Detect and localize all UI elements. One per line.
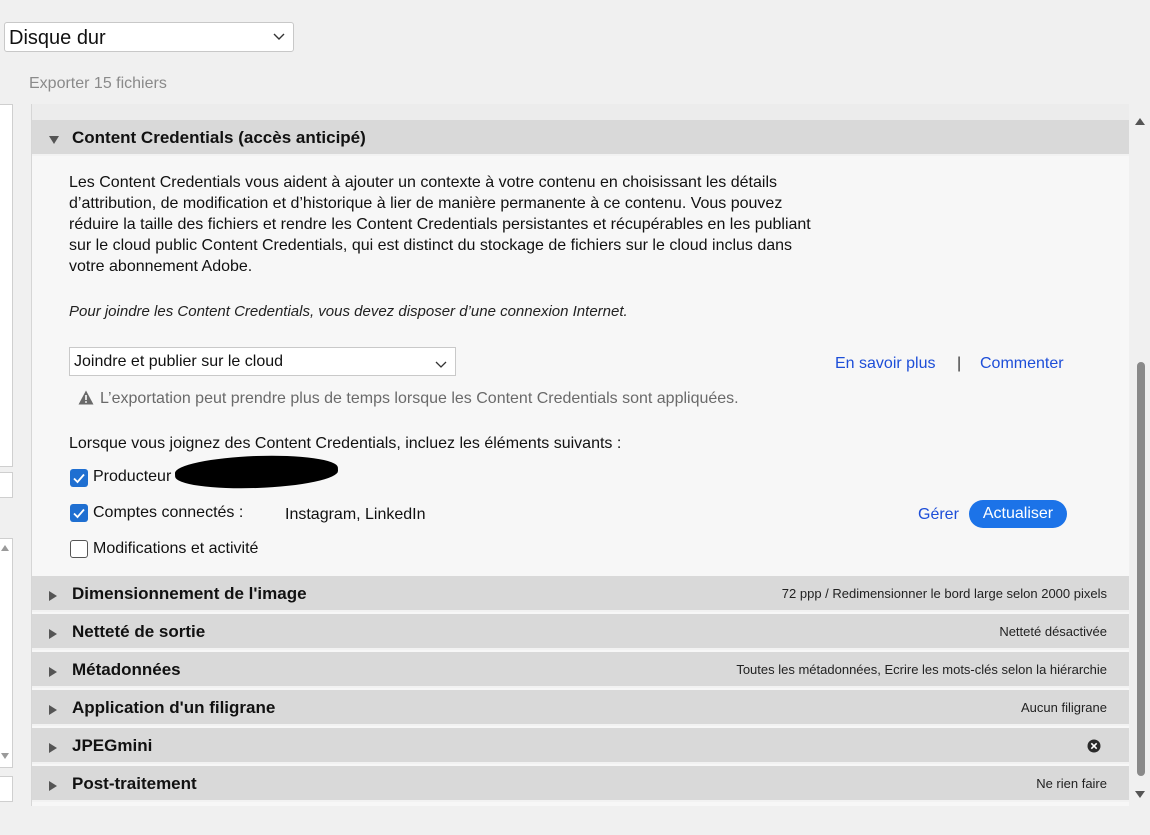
section-header-post-processing[interactable]: Post-traitement Ne rien faire [32, 766, 1129, 802]
section-summary: Aucun filigrane [1021, 700, 1107, 715]
triangle-right-icon [49, 740, 58, 758]
section-title: Métadonnées [72, 660, 181, 679]
export-settings-panel: Content Credentials (accès anticipé) Les… [31, 104, 1129, 806]
section-header-output-sharpening[interactable]: Netteté de sortie Netteté désactivée [32, 614, 1129, 650]
triangle-right-icon [49, 702, 58, 720]
scroll-up-arrow-icon[interactable] [1135, 112, 1145, 130]
content-credentials-description: Les Content Credentials vous aident à aj… [69, 172, 869, 277]
description-line: d’attribution, de modification et d’hist… [69, 195, 783, 212]
description-line: réduire la taille des fichiers et rendre… [69, 216, 811, 233]
triangle-right-icon [49, 588, 58, 606]
edits-activity-label: Modifications et activité [93, 540, 259, 557]
section-title: Content Credentials (accès anticipé) [72, 128, 366, 147]
connected-accounts-value: Instagram, LinkedIn [285, 506, 426, 523]
warning-text: L’exportation peut prendre plus de temps… [100, 390, 739, 407]
manage-link[interactable]: Gérer [918, 506, 959, 524]
connected-accounts-label: Comptes connectés : [93, 504, 244, 521]
learn-more-link[interactable]: En savoir plus [835, 355, 936, 373]
export-destination-value: Disque dur [9, 27, 106, 49]
chevron-down-icon [435, 356, 447, 374]
section-title: Post-traitement [72, 774, 197, 793]
internet-note: Pour joindre les Content Credentials, vo… [69, 303, 628, 320]
section-title: Dimensionnement de l'image [72, 584, 307, 603]
checkmark-icon [73, 508, 85, 519]
section-header-jpegmini[interactable]: JPEGmini [32, 728, 1129, 764]
export-destination-select[interactable]: Disque dur [4, 22, 294, 52]
left-panel-fragment [0, 538, 13, 768]
producer-label: Producteur [93, 468, 172, 485]
description-line: votre abonnement Adobe. [69, 258, 253, 275]
description-line: Les Content Credentials vous aident à aj… [69, 174, 777, 191]
section-header-content-credentials[interactable]: Content Credentials (accès anticipé) [32, 120, 1129, 156]
comment-link[interactable]: Commenter [980, 355, 1064, 373]
section-summary: Netteté désactivée [999, 624, 1107, 639]
export-count-label: Exporter 15 fichiers [29, 75, 167, 92]
description-line: sur le cloud public Content Credentials,… [69, 237, 793, 254]
bottom-area [0, 806, 1150, 835]
section-summary: Toutes les métadonnées, Ecrire les mots-… [736, 662, 1107, 677]
scrollbar-thumb[interactable] [1137, 362, 1145, 776]
refresh-button[interactable]: Actualiser [969, 500, 1067, 528]
chevron-down-icon [273, 29, 285, 47]
include-elements-label: Lorsque vous joignez des Content Credent… [69, 435, 622, 452]
triangle-right-icon [49, 664, 58, 682]
section-header-metadata[interactable]: Métadonnées Toutes les métadonnées, Ecri… [32, 652, 1129, 688]
triangle-down-icon [49, 132, 59, 150]
triangle-right-icon [49, 626, 58, 644]
checkmark-icon [73, 473, 85, 484]
remove-circle-icon[interactable] [1087, 739, 1101, 758]
warning-icon [78, 390, 94, 405]
edits-activity-checkbox[interactable] [70, 540, 88, 558]
partially-hidden-section-header[interactable] [32, 104, 1129, 120]
left-panel-fragment [0, 104, 13, 467]
producer-checkbox[interactable] [70, 469, 88, 487]
left-panel-fragment [0, 472, 13, 498]
section-header-image-sizing[interactable]: Dimensionnement de l'image 72 ppp / Redi… [32, 576, 1129, 612]
section-summary: Ne rien faire [1036, 776, 1107, 791]
section-summary: 72 ppp / Redimensionner le bord large se… [781, 586, 1107, 601]
section-title: JPEGmini [72, 736, 153, 755]
connected-accounts-checkbox[interactable] [70, 504, 88, 522]
left-panel-fragment [0, 776, 13, 802]
section-title: Netteté de sortie [72, 622, 206, 641]
scroll-down-arrow-icon[interactable] [1135, 785, 1145, 803]
credentials-mode-select[interactable]: Joindre et publier sur le cloud [69, 347, 456, 376]
section-title: Application d'un filigrane [72, 698, 276, 717]
export-time-warning: L’exportation peut prendre plus de temps… [78, 390, 739, 408]
section-header-watermark[interactable]: Application d'un filigrane Aucun filigra… [32, 690, 1129, 726]
credentials-mode-value: Joindre et publier sur le cloud [74, 353, 284, 370]
triangle-right-icon [49, 778, 58, 796]
link-separator: | [957, 355, 962, 372]
